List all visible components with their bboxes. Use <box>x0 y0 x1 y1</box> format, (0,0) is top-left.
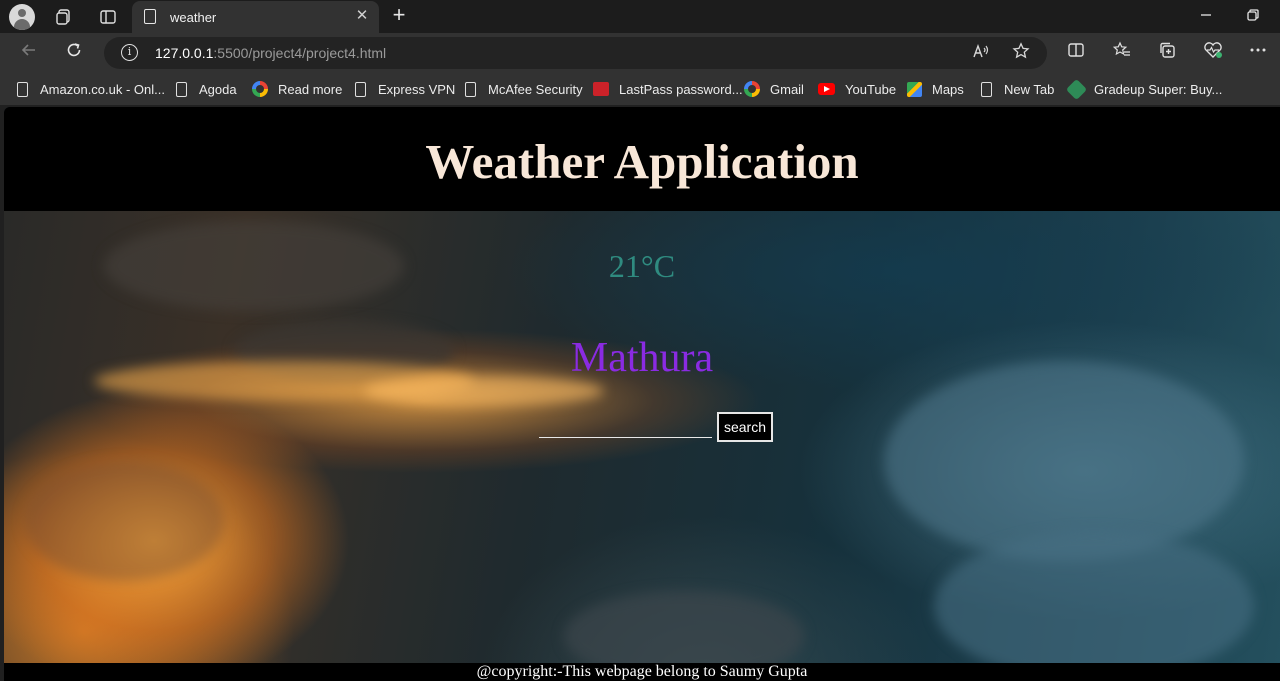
minimize-icon[interactable] <box>1194 6 1218 26</box>
profile-icon[interactable] <box>9 4 35 30</box>
browser-toolbar: i 127.0.0.1:5500/project4/project4.html <box>0 33 1280 73</box>
bookmark-lastpass[interactable]: LastPass password... <box>593 80 743 98</box>
bookmark-gradeup[interactable]: Gradeup Super: Buy... <box>1065 78 1222 100</box>
tab-bar: weather ✕ + <box>0 0 1280 33</box>
maps-icon <box>907 81 922 97</box>
page-icon <box>355 81 366 97</box>
copyright-text: @copyright:-This webpage belong to Saumy… <box>476 663 808 680</box>
info-icon[interactable]: i <box>121 44 138 61</box>
city-name: Mathura <box>570 335 714 381</box>
search-button[interactable]: search <box>717 412 773 442</box>
lastpass-icon <box>593 82 609 96</box>
bookmark-express-vpn[interactable]: Express VPN <box>355 80 455 98</box>
restore-icon[interactable] <box>1241 6 1265 26</box>
bookmark-gmail[interactable]: Gmail <box>744 80 804 98</box>
bookmark-maps[interactable]: Maps <box>907 80 964 98</box>
youtube-icon <box>818 83 835 95</box>
tab-weather[interactable]: weather ✕ <box>132 1 379 33</box>
footer: @copyright:-This webpage belong to Saumy… <box>4 663 1280 681</box>
page-icon <box>465 81 476 97</box>
page-icon <box>981 81 992 97</box>
gradeup-icon <box>1065 78 1088 100</box>
bookmark-read-more[interactable]: Read more <box>252 80 342 98</box>
temperature-display: 21°C <box>608 248 676 284</box>
page-icon <box>176 81 187 97</box>
bookmark-mcafee[interactable]: McAfee Security <box>465 80 583 98</box>
more-icon[interactable] <box>1246 41 1270 65</box>
app-header: Weather Application <box>4 107 1280 211</box>
bookmark-agoda[interactable]: Agoda <box>176 80 237 98</box>
refresh-icon[interactable] <box>61 40 87 66</box>
read-aloud-icon[interactable] <box>970 42 992 64</box>
bookmark-youtube[interactable]: YouTube <box>818 80 896 98</box>
url-text[interactable]: 127.0.0.1:5500/project4/project4.html <box>155 45 386 61</box>
browser-essentials-icon[interactable] <box>1201 41 1225 65</box>
split-screen-icon[interactable] <box>1064 41 1088 65</box>
favorite-icon[interactable] <box>1010 42 1032 64</box>
tab-actions-icon[interactable] <box>95 4 121 30</box>
google-icon <box>744 81 760 97</box>
tab-title: weather <box>170 10 217 25</box>
bookmark-new-tab[interactable]: New Tab <box>981 80 1054 98</box>
bookmarks-bar: Amazon.co.uk - Onl... Agoda Read more Ex… <box>0 73 1280 105</box>
back-icon[interactable] <box>16 40 42 66</box>
page-icon <box>144 9 156 24</box>
page-title: Weather Application <box>425 134 859 189</box>
workspaces-icon[interactable] <box>51 4 77 30</box>
city-search-input[interactable] <box>539 417 712 438</box>
google-icon <box>252 81 268 97</box>
page-viewport: Weather Application 21°C Mathura search … <box>4 107 1280 681</box>
address-bar[interactable]: i 127.0.0.1:5500/project4/project4.html <box>104 37 1047 69</box>
bookmark-amazon[interactable]: Amazon.co.uk - Onl... <box>17 80 165 98</box>
favorites-icon[interactable] <box>1110 41 1134 65</box>
page-icon <box>17 81 28 97</box>
new-tab-icon[interactable]: + <box>387 4 411 28</box>
close-icon[interactable]: ✕ <box>353 7 371 25</box>
collections-icon[interactable] <box>1155 41 1179 65</box>
